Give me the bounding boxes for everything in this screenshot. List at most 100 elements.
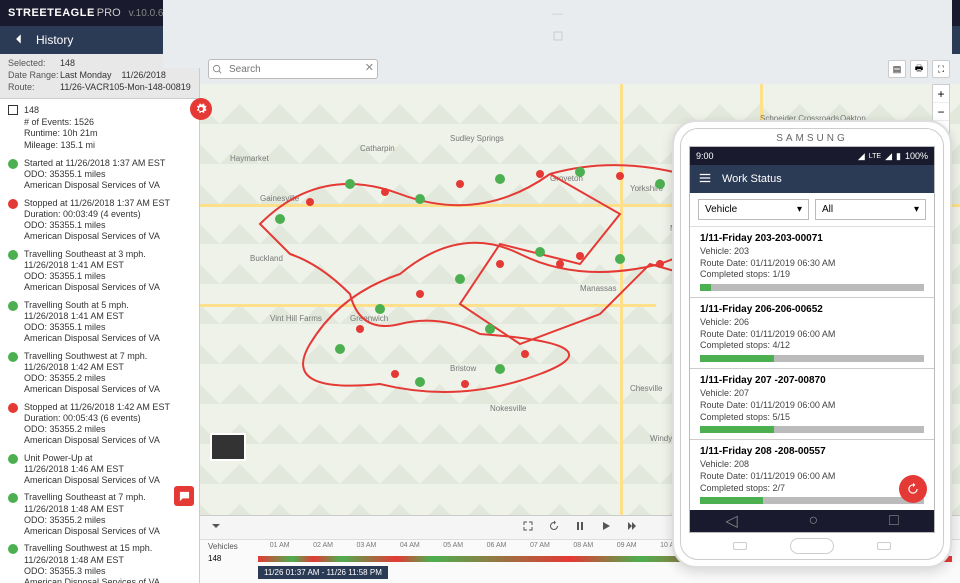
job-stops: Completed stops: 1/19	[700, 269, 924, 281]
chevron-down-icon: ▾	[797, 204, 802, 215]
titlebar: STREETEAGLEPRO v.10.0.6 ⎘ ▦ ⤓ — ✕	[0, 0, 960, 26]
job-item[interactable]: 1/11-Friday 207 -207-00870Vehicle: 207Ro…	[690, 369, 934, 440]
reset-icon[interactable]	[548, 520, 560, 535]
battery-icon: ▮	[896, 151, 901, 162]
search-input[interactable]	[208, 59, 378, 79]
trip-summary: 148 # of Events: 1526 Runtime: 10h 21m M…	[8, 105, 191, 152]
event-item[interactable]: Unit Power-Up at11/26/2018 1:46 AM ESTAm…	[8, 453, 191, 487]
hour-label: 04 AM	[388, 542, 431, 551]
event-item[interactable]: Stopped at 11/26/2018 1:42 AM ESTDuratio…	[8, 402, 191, 447]
expand-timeline-icon[interactable]	[210, 520, 222, 535]
settings-fab[interactable]	[190, 98, 212, 120]
map-print-icon[interactable]: 🖶	[910, 60, 928, 78]
wifi-icon: ◢	[885, 151, 892, 162]
job-item[interactable]: 1/11-Friday 208 -208-00557Vehicle: 208Ro…	[690, 440, 934, 510]
play-button[interactable]	[600, 520, 612, 535]
job-title: 1/11-Friday 207 -207-00870	[700, 375, 924, 386]
event-body: Travelling Southwest at 7 mph.11/26/2018…	[24, 351, 160, 396]
moving-icon	[8, 352, 18, 362]
back-button[interactable]	[12, 32, 26, 49]
event-list[interactable]: 148 # of Events: 1526 Runtime: 10h 21m M…	[0, 99, 199, 583]
stopped-icon	[8, 403, 18, 413]
phone-menu-button[interactable]	[733, 542, 747, 550]
event-item[interactable]: Travelling Southwest at 7 mph.11/26/2018…	[8, 351, 191, 396]
lte-icon: LTE	[869, 153, 881, 160]
hour-label: 09 AM	[605, 542, 648, 551]
satellite-toggle[interactable]	[210, 433, 246, 461]
vehicle-filter[interactable]: Vehicle▾	[698, 199, 809, 220]
hour-label: 01 AM	[258, 542, 301, 551]
minimize-icon[interactable]: —	[552, 8, 563, 20]
job-vehicle: Vehicle: 203	[700, 246, 924, 258]
pause-button[interactable]	[574, 520, 586, 535]
job-title: 1/11-Friday 203-203-00071	[700, 233, 924, 244]
event-body: Started at 11/26/2018 1:37 AM ESTODO: 35…	[24, 158, 165, 192]
app-bar: Work Status	[690, 165, 934, 193]
chat-fab[interactable]	[174, 486, 194, 506]
zoom-out-button[interactable]: −	[933, 103, 949, 121]
event-item[interactable]: Travelling Southwest at 15 mph.11/26/201…	[8, 543, 191, 583]
summary-mileage: Mileage: 135.1 mi	[24, 140, 191, 152]
job-list[interactable]: 1/11-Friday 203-203-00071 Vehicle: 203 Rou…	[690, 227, 934, 510]
app-title: Work Status	[722, 173, 782, 185]
left-panel: Selected:148 Date Range:Last Monday 11/26…	[0, 54, 200, 583]
event-body: Travelling Southeast at 3 mph.11/26/2018…	[24, 249, 160, 294]
filter-row: Vehicle▾ All▾	[690, 193, 934, 227]
phone-hw-buttons	[681, 533, 943, 559]
daterange-label: Date Range:	[8, 70, 60, 80]
phone-home-button[interactable]	[790, 538, 834, 554]
event-item[interactable]: Travelling South at 5 mph.11/26/2018 1:4…	[8, 300, 191, 345]
nav-home-icon[interactable]: ○	[808, 512, 818, 530]
fullscreen-icon[interactable]	[522, 520, 534, 535]
status-filter[interactable]: All▾	[815, 199, 926, 220]
maximize-icon[interactable]	[552, 30, 564, 45]
job-stops: Completed stops: 2/7	[700, 483, 924, 495]
stopped-icon	[8, 199, 18, 209]
hour-label: 07 AM	[518, 542, 561, 551]
event-item[interactable]: Travelling Southeast at 7 mph.11/26/2018…	[8, 492, 191, 537]
chevron-down-icon: ▾	[914, 204, 919, 215]
moving-icon	[8, 250, 18, 260]
nav-back-icon[interactable]: ◁	[725, 511, 737, 531]
daterange-date: 11/26/2018	[122, 70, 166, 80]
timeline-range: 11/26 01:37 AM - 11/26 11:58 PM	[258, 566, 388, 579]
version-label: v.10.0.6	[129, 8, 164, 19]
event-body: Stopped at 11/26/2018 1:37 AM ESTDuratio…	[24, 198, 170, 243]
job-item[interactable]: 1/11-Friday 203-203-00071Vehicle: 203Rou…	[690, 227, 934, 298]
job-date: Route Date: 01/11/2019 06:00 AM	[700, 400, 924, 412]
hour-label: 06 AM	[475, 542, 518, 551]
hour-label: 05 AM	[432, 542, 475, 551]
map-toolbar: ✕	[200, 54, 960, 84]
android-nav-bar: ◁ ○ □	[690, 510, 934, 532]
summary-events: # of Events: 1526	[24, 117, 191, 129]
job-vehicle: Vehicle: 206	[700, 317, 924, 329]
zoom-in-button[interactable]: +	[933, 85, 949, 103]
event-item[interactable]: Started at 11/26/2018 1:37 AM ESTODO: 35…	[8, 158, 191, 192]
job-title: 1/11-Friday 208 -208-00557	[700, 446, 924, 457]
job-progress	[700, 426, 924, 433]
daterange-value: Last Monday	[60, 70, 112, 80]
event-body: Travelling South at 5 mph.11/26/2018 1:4…	[24, 300, 160, 345]
ffwd-button[interactable]	[626, 520, 638, 535]
map-layers-icon[interactable]: ▤	[888, 60, 906, 78]
checkbox-icon[interactable]	[8, 105, 18, 115]
job-progress	[700, 497, 924, 504]
selected-label: Selected:	[8, 58, 60, 68]
job-item[interactable]: 1/11-Friday 206-206-00652Vehicle: 206Rou…	[690, 298, 934, 369]
map-fullscreen-icon[interactable]: ⛶	[932, 60, 950, 78]
mobile-mockup: SAMSUNG 9:00 ◢ LTE ◢ ▮ 100% Work Status …	[672, 120, 952, 568]
event-item[interactable]: Stopped at 11/26/2018 1:37 AM ESTDuratio…	[8, 198, 191, 243]
brand-suffix: PRO	[97, 7, 121, 19]
hamburger-icon[interactable]	[698, 171, 712, 188]
phone-back-button[interactable]	[877, 542, 891, 550]
selected-value: 148	[60, 58, 75, 68]
event-item[interactable]: Travelling Southeast at 3 mph.11/26/2018…	[8, 249, 191, 294]
hour-label: 03 AM	[345, 542, 388, 551]
refresh-fab[interactable]	[899, 475, 927, 503]
phone-brand: SAMSUNG	[681, 129, 943, 146]
job-stops: Completed stops: 4/12	[700, 340, 924, 352]
nav-recent-icon[interactable]: □	[889, 512, 899, 530]
signal-icon: ◢	[858, 151, 865, 162]
job-stops: Completed stops: 5/15	[700, 412, 924, 424]
clear-search-icon[interactable]: ✕	[365, 61, 374, 74]
